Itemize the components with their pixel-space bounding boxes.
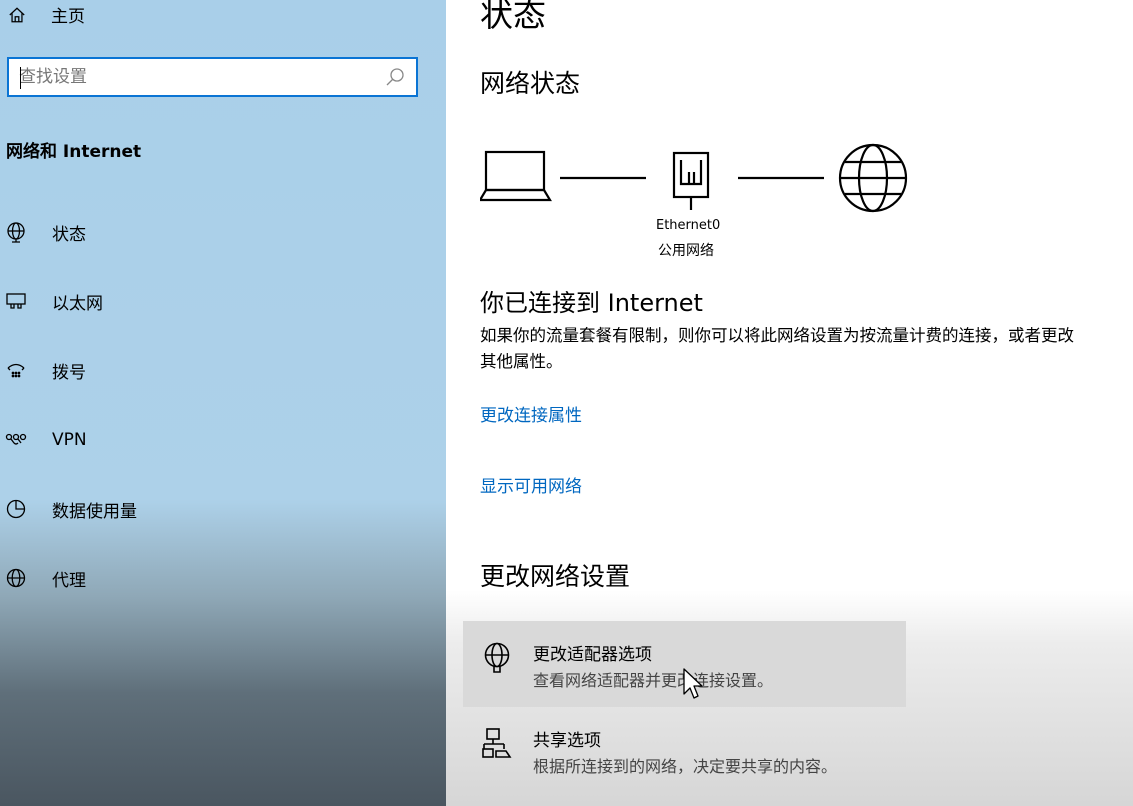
change-connection-properties-link[interactable]: 更改连接属性 [480,401,582,426]
show-available-networks-link[interactable]: 显示可用网络 [480,472,582,497]
computer-icon [480,150,552,202]
sidebar: 主页 网络和 Internet 状态 以太网 拨号 [0,0,446,806]
sidebar-item-label: 代理 [52,570,86,591]
adapter-globe-icon [480,641,514,675]
sidebar-item-vpn[interactable]: VPN [0,420,446,460]
section-title: 网络和 Internet [6,142,142,162]
adapter-name: Ethernet0 [656,218,721,233]
sidebar-item-ethernet[interactable]: 以太网 [0,281,446,321]
ethernet-port-icon [672,151,710,210]
sidebar-item-label: VPN [52,430,87,450]
home-label: 主页 [51,7,85,27]
option-title: 更改适配器选项 [533,645,652,665]
network-status-heading: 网络状态 [480,69,581,98]
sidebar-item-label: 状态 [52,224,86,245]
connection-status-title: 你已连接到 Internet [480,289,703,317]
connection-status-description: 如果你的流量套餐有限制，则你可以将此网络设置为按流量计费的连接，或者更改其他属性… [480,326,1074,371]
option-description: 根据所连接到的网络，决定要共享的内容。 [533,757,838,776]
adapter-network-type: 公用网络 [658,243,714,259]
sidebar-item-data-usage[interactable]: 数据使用量 [0,489,446,529]
search-input[interactable] [9,66,384,88]
sharing-options[interactable]: 共享选项 根据所连接到的网络，决定要共享的内容。 [463,707,906,793]
home-icon [8,6,26,24]
data-usage-icon [5,498,27,520]
option-description: 查看网络适配器并更改连接设置。 [533,671,774,690]
sidebar-item-proxy[interactable]: 代理 [0,558,446,598]
sharing-icon [480,727,514,761]
status-globe-icon [5,221,27,243]
main-content: 状态 网络状态 Ethernet0 公用网络 你已连接到 Internet 如果… [446,0,1133,806]
sidebar-item-label: 拨号 [52,362,86,383]
mouse-cursor-icon [683,668,703,699]
dialup-icon [5,359,27,381]
change-network-settings-heading: 更改网络设置 [480,562,631,591]
option-title: 共享选项 [533,731,601,751]
search-icon [386,68,404,86]
vpn-icon [5,429,27,451]
internet-globe-icon [838,143,908,213]
sidebar-item-status[interactable]: 状态 [0,212,446,252]
search-box[interactable] [7,57,418,97]
sidebar-item-label: 数据使用量 [52,501,137,522]
text-caret [20,67,21,89]
sidebar-item-dialup[interactable]: 拨号 [0,350,446,390]
home-nav-item[interactable]: 主页 [8,2,85,27]
globe-icon [5,567,27,589]
sidebar-item-label: 以太网 [52,293,103,314]
ethernet-icon [5,290,27,312]
page-title: 状态 [480,0,546,34]
